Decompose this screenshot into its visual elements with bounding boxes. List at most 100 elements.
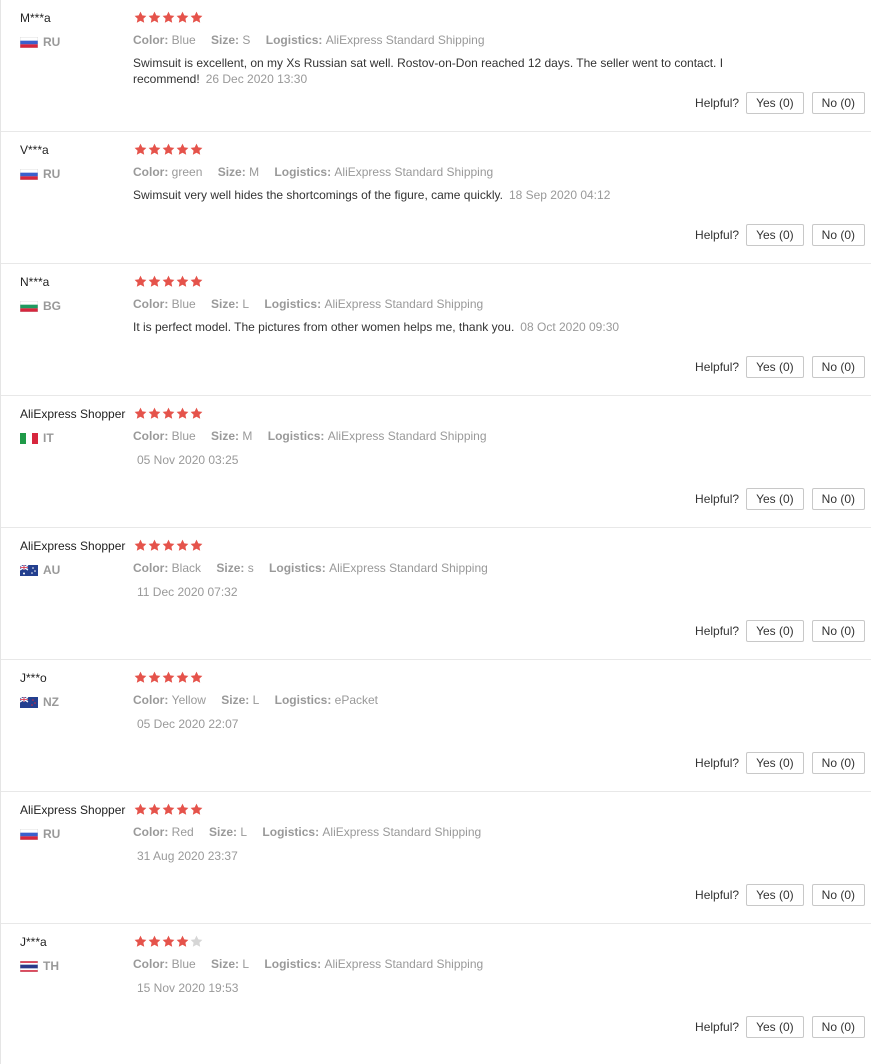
logistics-label: Logistics: bbox=[262, 825, 323, 839]
helpful-yes-button[interactable]: Yes (0) bbox=[746, 224, 804, 246]
review-date: 15 Nov 2020 19:53 bbox=[137, 981, 239, 995]
star-filled-icon bbox=[162, 671, 175, 684]
reviewer-name: J***o bbox=[20, 671, 47, 685]
star-filled-icon bbox=[190, 803, 203, 816]
helpful-no-button[interactable]: No (0) bbox=[811, 92, 865, 114]
helpful-yes-button[interactable]: Yes (0) bbox=[746, 1016, 804, 1038]
helpful-vote: Helpful? Yes (0) No (0) bbox=[695, 488, 865, 510]
star-filled-icon bbox=[148, 275, 161, 288]
star-filled-icon bbox=[148, 143, 161, 156]
star-filled-icon bbox=[134, 803, 147, 816]
color-value: Blue bbox=[171, 33, 196, 47]
star-filled-icon bbox=[176, 803, 189, 816]
helpful-yes-button[interactable]: Yes (0) bbox=[746, 356, 804, 378]
reviewer-name: N***a bbox=[20, 275, 50, 289]
star-filled-icon bbox=[190, 11, 203, 24]
helpful-no-button[interactable]: No (0) bbox=[811, 1016, 865, 1038]
size-label: Size: bbox=[221, 693, 253, 707]
star-filled-icon bbox=[162, 539, 175, 552]
reviewer-country: RU bbox=[20, 167, 60, 181]
review-date: 18 Sep 2020 04:12 bbox=[508, 188, 611, 202]
order-properties: Color: Red Size: L Logistics: AliExpress… bbox=[133, 825, 481, 839]
star-filled-icon bbox=[162, 935, 175, 948]
country-flag-icon bbox=[20, 960, 38, 972]
star-rating bbox=[134, 539, 204, 552]
size-label: Size: bbox=[211, 297, 243, 311]
star-empty-icon bbox=[190, 935, 203, 948]
color-label: Color: bbox=[133, 165, 172, 179]
country-flag-icon bbox=[20, 36, 38, 48]
color-label: Color: bbox=[133, 429, 172, 443]
order-properties: Color: Blue Size: L Logistics: AliExpres… bbox=[133, 957, 483, 971]
color-label: Color: bbox=[133, 33, 172, 47]
order-properties: Color: Yellow Size: L Logistics: ePacket bbox=[133, 693, 378, 707]
review-item: M***a RU Color: Blue Size: S Logistics: … bbox=[1, 0, 871, 132]
country-flag-icon bbox=[20, 300, 38, 312]
country-flag-icon bbox=[20, 168, 38, 180]
color-label: Color: bbox=[133, 825, 172, 839]
order-properties: Color: green Size: M Logistics: AliExpre… bbox=[133, 165, 493, 179]
helpful-yes-button[interactable]: Yes (0) bbox=[746, 884, 804, 906]
size-value: M bbox=[242, 429, 253, 443]
review-content: Swimsuit very well hides the shortcoming… bbox=[133, 187, 753, 203]
country-code: RU bbox=[43, 167, 61, 181]
helpful-no-button[interactable]: No (0) bbox=[811, 356, 865, 378]
logistics-label: Logistics: bbox=[267, 429, 328, 443]
order-properties: Color: Black Size: s Logistics: AliExpre… bbox=[133, 561, 488, 575]
helpful-vote: Helpful? Yes (0) No (0) bbox=[695, 92, 865, 114]
star-filled-icon bbox=[148, 803, 161, 816]
size-value: L bbox=[242, 957, 250, 971]
star-filled-icon bbox=[148, 539, 161, 552]
color-value: Blue bbox=[171, 429, 196, 443]
star-filled-icon bbox=[176, 143, 189, 156]
helpful-yes-button[interactable]: Yes (0) bbox=[746, 92, 804, 114]
color-value: Blue bbox=[171, 297, 196, 311]
star-rating bbox=[134, 275, 204, 288]
helpful-label: Helpful? bbox=[695, 96, 740, 110]
helpful-yes-button[interactable]: Yes (0) bbox=[746, 752, 804, 774]
order-properties: Color: Blue Size: M Logistics: AliExpres… bbox=[133, 429, 487, 443]
country-code: IT bbox=[43, 431, 54, 445]
helpful-yes-button[interactable]: Yes (0) bbox=[746, 620, 804, 642]
review-date: 31 Aug 2020 23:37 bbox=[137, 849, 238, 863]
review-item: AliExpress Shopper AU Color: Black Size:… bbox=[1, 528, 871, 660]
helpful-no-button[interactable]: No (0) bbox=[811, 488, 865, 510]
helpful-vote: Helpful? Yes (0) No (0) bbox=[695, 752, 865, 774]
size-label: Size: bbox=[211, 33, 243, 47]
star-filled-icon bbox=[190, 143, 203, 156]
helpful-no-button[interactable]: No (0) bbox=[811, 884, 865, 906]
review-date: 08 Oct 2020 09:30 bbox=[520, 320, 620, 334]
logistics-value: AliExpress Standard Shipping bbox=[324, 297, 484, 311]
country-code: TH bbox=[43, 959, 59, 973]
review-item: N***a BG Color: Blue Size: L Logistics: … bbox=[1, 264, 871, 396]
helpful-yes-button[interactable]: Yes (0) bbox=[746, 488, 804, 510]
helpful-label: Helpful? bbox=[695, 624, 740, 638]
reviewer-country: NZ bbox=[20, 695, 59, 709]
helpful-no-button[interactable]: No (0) bbox=[811, 224, 865, 246]
helpful-label: Helpful? bbox=[695, 888, 740, 902]
logistics-value: AliExpress Standard Shipping bbox=[324, 957, 484, 971]
star-filled-icon bbox=[148, 407, 161, 420]
review-content: It is perfect model. The pictures from o… bbox=[133, 319, 753, 335]
reviewer-name: J***a bbox=[20, 935, 47, 949]
helpful-no-button[interactable]: No (0) bbox=[811, 620, 865, 642]
review-date: 11 Dec 2020 07:32 bbox=[137, 585, 238, 599]
star-filled-icon bbox=[190, 407, 203, 420]
reviewer-country: BG bbox=[20, 299, 61, 313]
country-code: RU bbox=[43, 35, 61, 49]
logistics-value: AliExpress Standard Shipping bbox=[334, 165, 494, 179]
helpful-vote: Helpful? Yes (0) No (0) bbox=[695, 224, 865, 246]
star-filled-icon bbox=[176, 671, 189, 684]
review-text: It is perfect model. The pictures from o… bbox=[133, 320, 515, 334]
size-value: S bbox=[242, 33, 251, 47]
star-filled-icon bbox=[134, 671, 147, 684]
review-item: J***o NZ Color: Yellow Size: L Logistics… bbox=[1, 660, 871, 792]
review-date: 26 Dec 2020 13:30 bbox=[205, 72, 308, 86]
reviewer-country: AU bbox=[20, 563, 60, 577]
helpful-label: Helpful? bbox=[695, 756, 740, 770]
reviewer-name: AliExpress Shopper bbox=[20, 407, 126, 421]
helpful-no-button[interactable]: No (0) bbox=[811, 752, 865, 774]
color-value: green bbox=[171, 165, 203, 179]
reviewer-country: TH bbox=[20, 959, 59, 973]
color-value: Blue bbox=[171, 957, 196, 971]
